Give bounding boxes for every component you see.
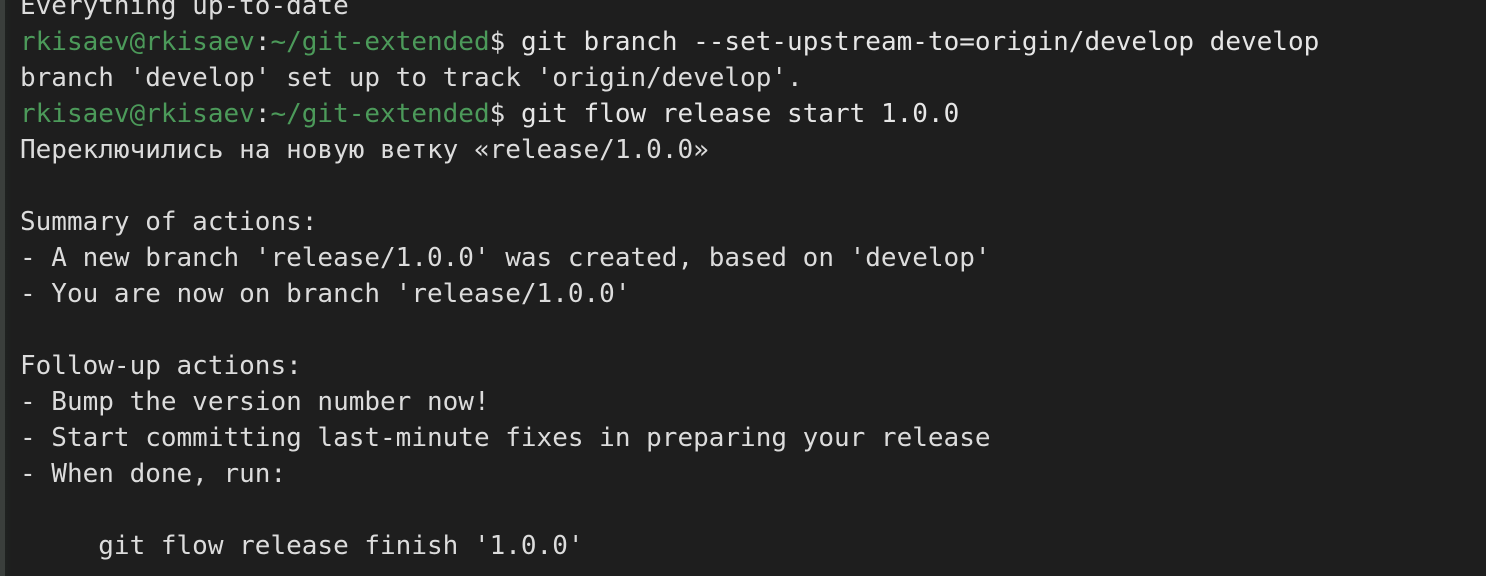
- prompt-user-host: rkisaev@rkisaev: [20, 27, 255, 57]
- output-line: - Start committing last-minute fixes in …: [20, 420, 1480, 456]
- output-text: - When done, run:: [20, 459, 287, 489]
- prompt-path: ~/git-extended: [270, 27, 490, 57]
- output-text: Everything up-to-date: [20, 0, 349, 21]
- prompt-user-host: rkisaev@rkisaev: [20, 99, 255, 129]
- prompt-line: rkisaev@rkisaev:~/git-extended$ git flow…: [20, 96, 1480, 132]
- output-text: Переключились на новую ветку «release/1.…: [20, 135, 709, 165]
- output-line: - A new branch 'release/1.0.0' was creat…: [20, 240, 1480, 276]
- output-text: - Bump the version number now!: [20, 387, 490, 417]
- output-line: Summary of actions:: [20, 204, 1480, 240]
- prompt-path: ~/git-extended: [270, 99, 490, 129]
- output-text: branch 'develop' set up to track 'origin…: [20, 63, 803, 93]
- output-text: - Start committing last-minute fixes in …: [20, 423, 991, 453]
- output-line: Follow-up actions:: [20, 348, 1480, 384]
- output-text: git flow release finish '1.0.0': [20, 531, 584, 561]
- prompt-separator: :: [254, 27, 271, 57]
- output-line: git flow release finish '1.0.0': [20, 528, 1480, 564]
- output-line: - When done, run:: [20, 456, 1480, 492]
- output-text: Follow-up actions:: [20, 351, 302, 381]
- output-text: - You are now on branch 'release/1.0.0': [20, 279, 631, 309]
- output-line: - You are now on branch 'release/1.0.0': [20, 276, 1480, 312]
- prompt-line: rkisaev@rkisaev:~/git-extended$ git bran…: [20, 24, 1480, 60]
- command-text: git branch --set-upstream-to=origin/deve…: [520, 27, 1320, 57]
- command-text: git flow release start 1.0.0: [520, 99, 960, 129]
- output-text: - A new branch 'release/1.0.0' was creat…: [20, 243, 991, 273]
- prompt-dollar: $: [489, 99, 521, 129]
- output-text: Summary of actions:: [20, 207, 318, 237]
- terminal-window[interactable]: Everything up-to-date rkisaev@rkisaev:~/g…: [0, 0, 1486, 576]
- output-line: Everything up-to-date: [20, 0, 1480, 24]
- terminal-output[interactable]: Everything up-to-date rkisaev@rkisaev:~/g…: [20, 0, 1480, 564]
- window-left-edge: [0, 0, 12, 576]
- output-line: - Bump the version number now!: [20, 384, 1480, 420]
- prompt-separator: :: [254, 99, 271, 129]
- prompt-dollar: $: [489, 27, 521, 57]
- output-line: branch 'develop' set up to track 'origin…: [20, 60, 1480, 96]
- output-line: Переключились на новую ветку «release/1.…: [20, 132, 1480, 168]
